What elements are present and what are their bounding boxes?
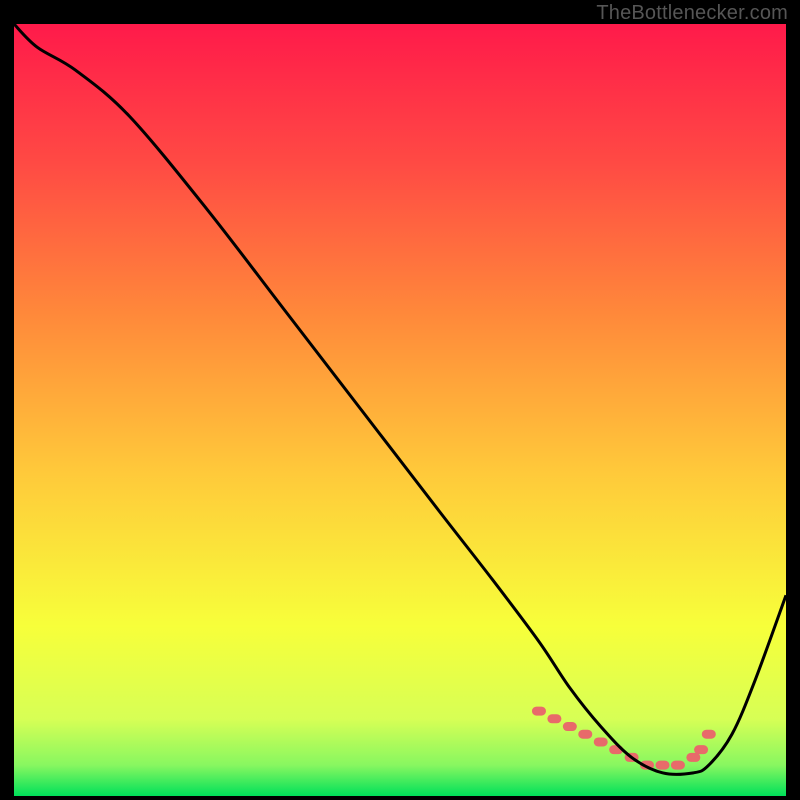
optimal-dot	[702, 730, 716, 739]
optimal-dot	[671, 761, 685, 770]
optimal-dot	[594, 737, 608, 746]
optimal-dot	[655, 761, 669, 770]
optimal-dot	[578, 730, 592, 739]
chart-frame	[14, 24, 786, 796]
watermark-text: TheBottlenecker.com	[596, 2, 788, 25]
gradient-background	[14, 24, 786, 796]
optimal-dot	[547, 714, 561, 723]
optimal-dot	[532, 707, 546, 716]
optimal-dot	[563, 722, 577, 731]
optimal-dot	[694, 745, 708, 754]
optimal-dot	[686, 753, 700, 762]
bottleneck-chart	[14, 24, 786, 796]
